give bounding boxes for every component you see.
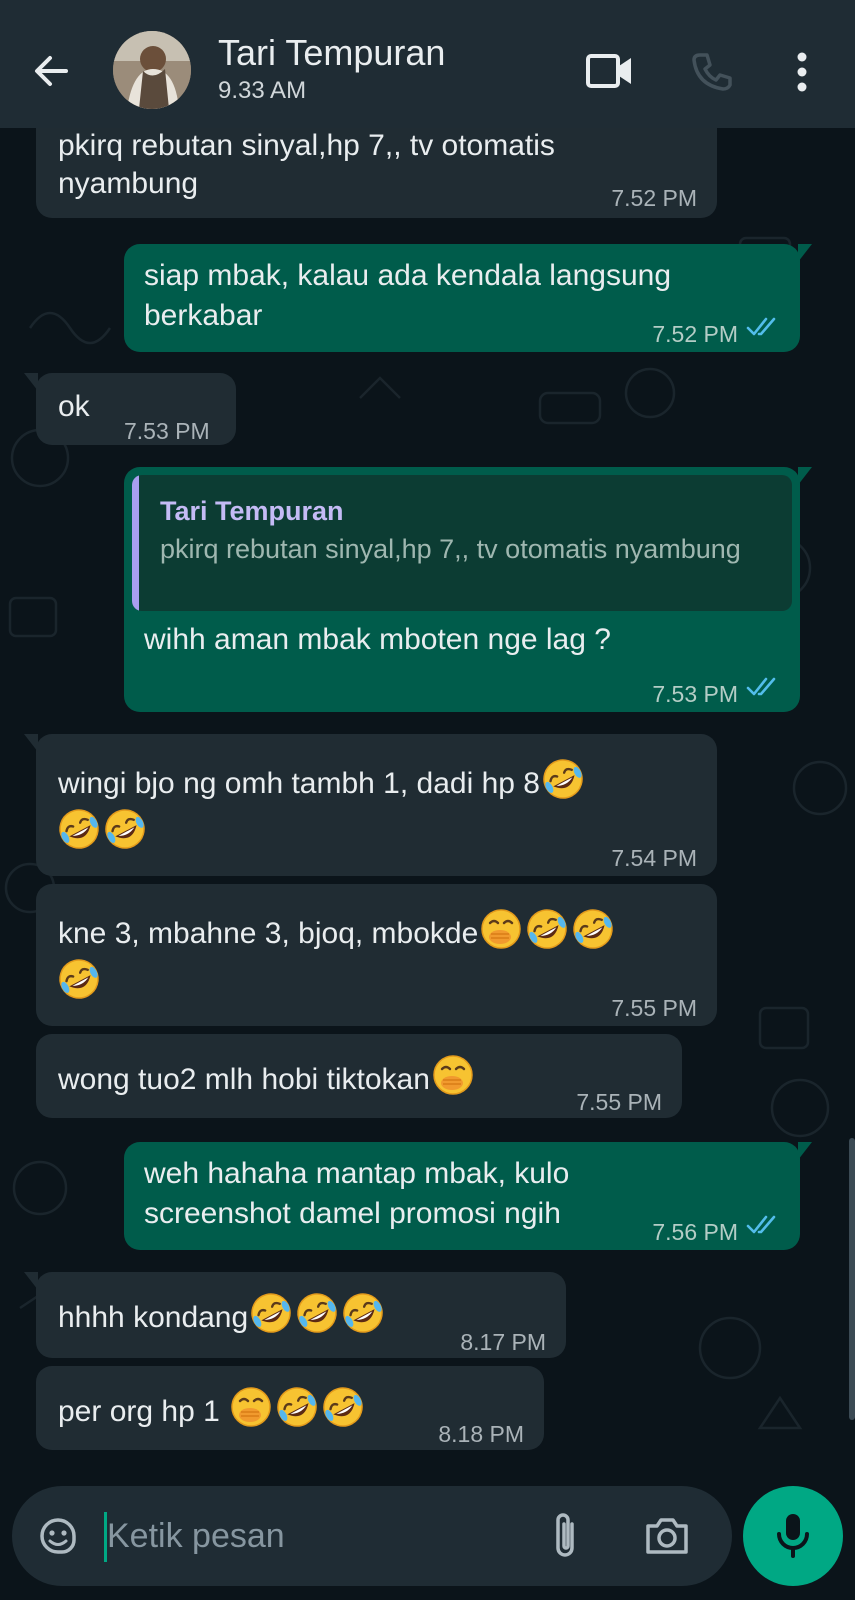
message-text-line2: berkabar [144, 299, 263, 332]
message-time: 7.56 PM [652, 1219, 738, 1245]
rofl-emoji-icon [56, 956, 102, 1002]
bubble-tail [24, 373, 38, 391]
message-text-line2: nyambung [58, 167, 199, 200]
message-time: 7.53 PM [124, 418, 210, 444]
message-time: 8.17 PM [460, 1329, 546, 1355]
read-ticks-icon [746, 1214, 782, 1236]
message-outgoing[interactable]: siap mbak, kalau ada kendala langsung be… [124, 244, 812, 352]
rofl-emoji-icon [320, 1384, 366, 1430]
message-incoming[interactable]: pkirq rebutan sinyal,hp 7,, tv otomatis … [36, 128, 717, 218]
bubble-tail [798, 467, 812, 485]
rofl-emoji-icon [248, 1290, 294, 1336]
sticker-icon[interactable] [36, 1514, 80, 1558]
message-text: kne 3, mbahne 3, bjoq, mbokde [58, 917, 479, 950]
message-incoming[interactable]: kne 3, mbahne 3, bjoq, mbokde 7.55 PM [36, 884, 717, 1026]
message-text-row: wingi bjo ng omh tambh 1, dadi hp 8 [58, 756, 586, 804]
message-text: per org hp 1 [58, 1395, 229, 1428]
message-input[interactable] [107, 1510, 527, 1562]
read-ticks-icon [746, 316, 782, 338]
quoted-message[interactable]: Tari Tempuran pkirq rebutan sinyal,hp 7,… [132, 475, 792, 611]
composer-bar [0, 1470, 855, 1600]
camera-icon[interactable] [644, 1514, 690, 1556]
hand-over-mouth-emoji-icon [478, 906, 524, 952]
chat-header: Tari Tempuran 9.33 AM [0, 10, 855, 128]
rofl-emoji-icon [102, 806, 148, 852]
message-text: hhhh kondang [58, 1301, 249, 1334]
rofl-emoji-icon [540, 756, 586, 802]
message-time: 7.53 PM [652, 681, 738, 707]
status-bar [0, 0, 855, 10]
hand-over-mouth-emoji-icon [228, 1384, 274, 1430]
bubble-tail [24, 734, 38, 752]
message-text: wingi bjo ng omh tambh 1, dadi hp 8 [58, 767, 540, 800]
chat-area[interactable]: pkirq rebutan sinyal,hp 7,, tv otomatis … [0, 128, 855, 1470]
quoted-sender: Tari Tempuran [160, 496, 344, 526]
last-seen: 9.33 AM [218, 77, 307, 104]
message-outgoing-reply[interactable]: Tari Tempuran pkirq rebutan sinyal,hp 7,… [124, 467, 812, 712]
message-text: siap mbak, kalau ada kendala langsung [144, 259, 672, 292]
message-incoming[interactable]: hhhh kondang 8.17 PM [24, 1272, 566, 1358]
message-time: 8.18 PM [438, 1421, 524, 1447]
message-time: 7.55 PM [611, 995, 697, 1021]
bubble-tail [798, 244, 812, 262]
attachment-icon[interactable] [550, 1510, 582, 1562]
rofl-emoji-icon [524, 906, 570, 952]
more-options-icon[interactable] [795, 50, 809, 94]
rofl-emoji-icon [274, 1384, 320, 1430]
message-incoming[interactable]: wong tuo2 mlh hobi tiktokan 7.55 PM [36, 1034, 682, 1118]
bubble-tail [798, 1142, 812, 1160]
quote-accent-bar [132, 475, 139, 611]
avatar[interactable] [113, 31, 191, 109]
microphone-icon [777, 1514, 809, 1558]
message-text-line2: screenshot damel promosi ngih [144, 1197, 561, 1230]
read-ticks-icon [746, 676, 782, 698]
message-text: ok [58, 390, 90, 423]
rofl-emoji-icon [56, 806, 102, 852]
emoji-row [56, 956, 102, 1004]
message-text-row: hhhh kondang [58, 1290, 386, 1338]
quoted-text: pkirq rebutan sinyal,hp 7,, tv otomatis … [160, 534, 741, 564]
message-composer[interactable] [12, 1486, 732, 1586]
message-time: 7.55 PM [576, 1089, 662, 1115]
hand-over-mouth-emoji-icon [430, 1052, 476, 1098]
message-text: pkirq rebutan sinyal,hp 7,, tv otomatis [58, 129, 555, 162]
message-incoming[interactable]: wingi bjo ng omh tambh 1, dadi hp 8 7.54… [24, 734, 717, 876]
contact-name[interactable]: Tari Tempuran [218, 32, 445, 74]
message-text-row: kne 3, mbahne 3, bjoq, mbokde [58, 906, 616, 954]
message-text-row: per org hp 1 [58, 1384, 366, 1432]
message-time: 7.52 PM [611, 185, 697, 211]
rofl-emoji-icon [340, 1290, 386, 1336]
mic-button[interactable] [743, 1486, 843, 1586]
scrollbar[interactable] [849, 1138, 855, 1420]
bubble-tail [24, 1272, 38, 1290]
message-incoming[interactable]: per org hp 1 8.18 PM [36, 1366, 544, 1450]
video-call-icon[interactable] [585, 52, 635, 90]
message-outgoing[interactable]: weh hahaha mantap mbak, kulo screenshot … [124, 1142, 812, 1250]
back-arrow-icon[interactable] [30, 50, 72, 92]
message-text-row: wong tuo2 mlh hobi tiktokan [58, 1052, 476, 1100]
rofl-emoji-icon [294, 1290, 340, 1336]
emoji-row [56, 806, 148, 854]
message-text: weh hahaha mantap mbak, kulo [144, 1157, 570, 1190]
message-time: 7.52 PM [652, 321, 738, 347]
voice-call-icon[interactable] [690, 50, 734, 94]
rofl-emoji-icon [570, 906, 616, 952]
message-text: wihh aman mbak mboten nge lag ? [144, 623, 611, 656]
message-time: 7.54 PM [611, 845, 697, 871]
message-text: wong tuo2 mlh hobi tiktokan [58, 1063, 430, 1096]
message-incoming[interactable]: ok 7.53 PM [24, 373, 236, 445]
